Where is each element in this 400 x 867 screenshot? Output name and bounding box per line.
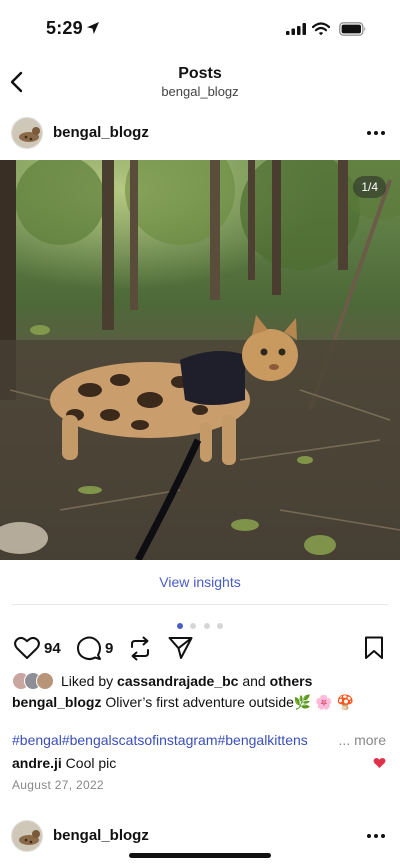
location-arrow-icon xyxy=(87,22,99,34)
hashtag-links[interactable]: #bengal#bengalscatsofinstagram#bengalkit… xyxy=(12,732,308,748)
status-bar: 5:29 xyxy=(0,0,400,58)
nav-header: Posts bengal_blogz xyxy=(0,58,400,104)
status-time: 5:29 xyxy=(46,18,83,38)
page-subtitle: bengal_blogz xyxy=(161,84,239,99)
more-dots-icon[interactable] xyxy=(366,828,386,844)
post-username[interactable]: bengal_blogz xyxy=(53,124,149,141)
carousel-dot-active xyxy=(176,623,183,629)
send-icon[interactable] xyxy=(168,636,193,660)
liked-by-and: and xyxy=(238,673,270,689)
avatar xyxy=(36,672,54,690)
photo-counter-badge: 1/4 xyxy=(353,176,386,198)
avatar[interactable] xyxy=(11,820,43,852)
post-header: bengal_blogz xyxy=(0,117,400,163)
caption-text: Oliver’s first adventure outside xyxy=(101,694,294,710)
liked-by-text: Liked by cassandrajade_bc and others xyxy=(61,673,312,689)
comment-username[interactable]: andre.ji xyxy=(12,755,62,771)
more-dots-icon[interactable] xyxy=(366,125,386,141)
post-actions: 94 9 xyxy=(0,634,400,662)
home-indicator[interactable] xyxy=(129,853,271,858)
page-title: Posts xyxy=(178,65,222,82)
comment-preview: andre.ji Cool pic xyxy=(12,755,392,771)
caption-emoji: 🌿 🌸 🍄 xyxy=(293,694,354,710)
heart-icon[interactable] xyxy=(14,636,40,660)
post-photo-image xyxy=(0,160,400,560)
hashtags: #bengal#bengalscatsofinstagram#bengalkit… xyxy=(12,732,392,748)
carousel-indicator xyxy=(0,616,400,629)
carousel-dot xyxy=(190,623,197,629)
signal-icon xyxy=(286,23,306,35)
next-post-username[interactable]: bengal_blogz xyxy=(53,827,149,844)
post-photo[interactable]: 1/4 xyxy=(0,160,400,560)
caption-more-link[interactable]: ... more xyxy=(336,732,386,748)
repost-icon[interactable] xyxy=(128,636,152,661)
comment-icon[interactable] xyxy=(76,636,102,661)
liked-by-user[interactable]: cassandrajade_bc xyxy=(117,673,238,689)
wifi-icon xyxy=(312,22,330,36)
post-caption: bengal_blogz Oliver’s first adventure ou… xyxy=(12,694,392,711)
heart-small-icon[interactable] xyxy=(373,757,386,769)
bookmark-icon[interactable] xyxy=(364,636,384,660)
post-date: August 27, 2022 xyxy=(12,778,104,792)
likes-count[interactable]: 94 xyxy=(44,640,61,657)
comments-count[interactable]: 9 xyxy=(105,640,113,657)
carousel-dot xyxy=(217,623,224,629)
liked-by-prefix: Liked by xyxy=(61,673,118,689)
divider xyxy=(12,604,388,605)
carousel-dot xyxy=(203,623,210,629)
liked-by-others[interactable]: others xyxy=(270,673,313,689)
caption-username[interactable]: bengal_blogz xyxy=(12,694,101,710)
liker-avatars xyxy=(12,672,60,690)
liked-by-row[interactable]: Liked by cassandrajade_bc and others xyxy=(12,672,392,690)
battery-icon xyxy=(339,22,366,36)
avatar[interactable] xyxy=(11,117,43,149)
comment-text: Cool pic xyxy=(61,755,117,771)
view-insights-link[interactable]: View insights xyxy=(0,560,400,604)
next-post-header: bengal_blogz xyxy=(0,820,400,866)
